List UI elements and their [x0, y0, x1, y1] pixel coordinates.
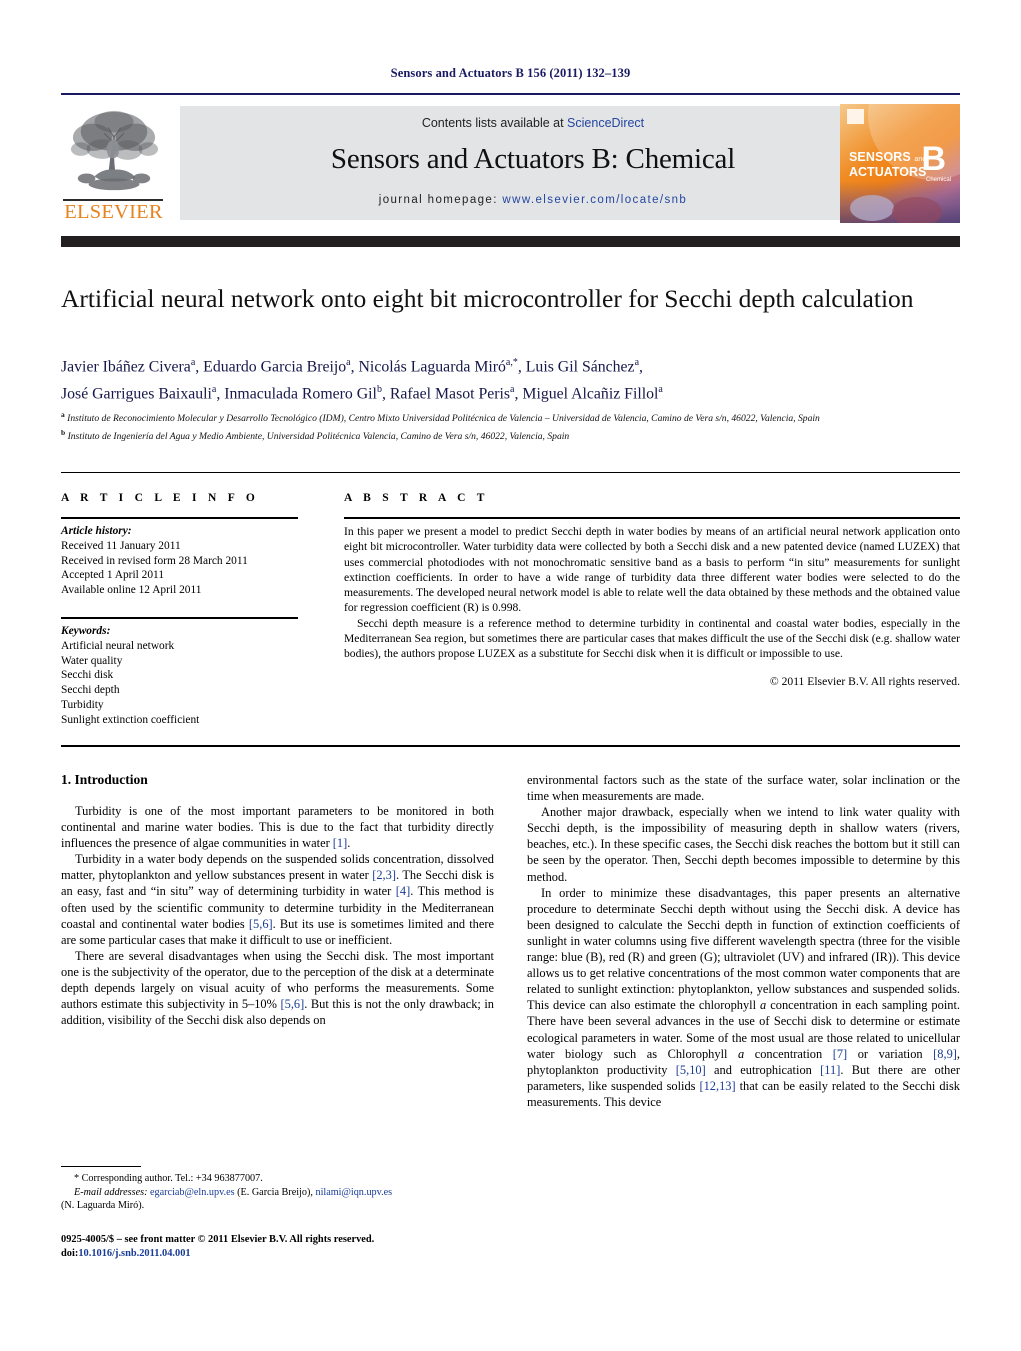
keywords-label: Keywords: [61, 625, 111, 637]
cover-series-letter: B [921, 140, 946, 178]
article-history: Article history: Received 11 January 201… [61, 524, 311, 598]
doi-label: doi: [61, 1247, 79, 1259]
section-title-introduction: 1. Introduction [61, 772, 148, 787]
elsevier-tree-icon [70, 110, 159, 191]
email-link-1[interactable]: egarciab@eln.upv.es [150, 1187, 235, 1198]
journal-masthead: ELSEVIER Contents lists available at Sci… [61, 104, 960, 224]
author-line-2: José Garrigues Baixaulia, Inmaculada Rom… [61, 384, 663, 403]
cover-line1-text: SENSORS [849, 150, 911, 164]
cover-publisher-mark [847, 109, 864, 124]
sciencedirect-link[interactable]: ScienceDirect [567, 116, 644, 130]
email-label: E-mail addresses: [74, 1186, 148, 1198]
keywords-block: Keywords: Artificial neural network Wate… [61, 624, 311, 728]
footnote-rule [61, 1166, 141, 1167]
body-paragraph: There are several disadvantages when usi… [61, 948, 495, 1028]
history-item: Received in revised form 28 March 2011 [61, 554, 248, 567]
body-paragraph: Turbidity is one of the most important p… [61, 804, 494, 851]
doi-link[interactable]: 10.1016/j.snb.2011.04.001 [78, 1248, 190, 1259]
imprint-block: 0925-4005/$ – see front matter © 2011 El… [61, 1233, 501, 1260]
contents-list-line: Contents lists available at ScienceDirec… [180, 116, 886, 130]
body-paragraph: In order to minimize these disadvantages… [527, 885, 961, 1109]
corresponding-author-note: * Corresponding author. Tel.: +34 963877… [74, 1173, 263, 1184]
journal-homepage-line: journal homepage: www.elsevier.com/locat… [180, 194, 886, 206]
cover-blob-light [850, 195, 894, 221]
keyword-item: Water quality [61, 654, 123, 667]
journal-title: Sensors and Actuators B: Chemical [330, 143, 736, 175]
body-column-right: environmental factors such as the state … [527, 772, 960, 1110]
author-list: Javier Ibáñez Civeraa, Eduardo Garcia Br… [61, 351, 951, 406]
history-item: Received 11 January 2011 [61, 539, 181, 552]
email-addresses-note: E-mail addresses: egarciab@eln.upv.es (E… [61, 1186, 494, 1200]
abstract-rule [344, 517, 960, 519]
elsevier-logo: ELSEVIER [61, 104, 166, 223]
keyword-item: Sunlight extinction coefficient [61, 713, 200, 726]
contents-prefix: Contents lists available at [421, 116, 568, 130]
running-head: Sensors and Actuators B 156 (2011) 132–1… [390, 66, 631, 80]
journal-cover-thumbnail[interactable]: SENSORS and ACTUATORS B Chemical [840, 104, 960, 223]
masthead-black-bar [61, 236, 960, 247]
article-info-rule [61, 517, 298, 519]
running-head-rule [61, 93, 960, 95]
cover-line1: SENSORS and [849, 150, 926, 164]
journal-header-box: Contents lists available at ScienceDirec… [180, 106, 886, 220]
homepage-url-link[interactable]: www.elsevier.com/locate/snb [502, 194, 687, 206]
abstract-text: In this paper we present a model to pred… [344, 524, 960, 689]
affiliation-b: b Instituto de Ingeniería del Agua y Med… [61, 428, 570, 443]
affiliation-a: a Instituto de Reconocimiento Molecular … [61, 410, 820, 425]
keyword-item: Turbidity [61, 698, 104, 711]
cover-series-subtitle: Chemical [925, 177, 951, 183]
doi-line: doi:10.1016/j.snb.2011.04.001 [61, 1247, 501, 1261]
article-info-heading: A R T I C L E I N F O [61, 492, 260, 504]
email-name-2: (N. Laguarda Miró). [61, 1200, 145, 1212]
abstract-heading: A B S T R A C T [344, 492, 489, 504]
email-link-2[interactable]: nilami@iqn.upv.es [315, 1187, 392, 1198]
keywords-rule [61, 617, 298, 619]
elsevier-wordmark: ELSEVIER [64, 201, 163, 223]
body-paragraph: Another major drawback, especially when … [527, 805, 960, 884]
issn-front-matter: 0925-4005/$ – see front matter © 2011 El… [61, 1234, 375, 1245]
affiliations: a Instituto de Reconocimiento Molecular … [61, 408, 951, 445]
abstract-copyright: © 2011 Elsevier B.V. All rights reserved… [769, 674, 960, 688]
abstract-paragraph: In this paper we present a model to pred… [344, 525, 960, 615]
email-name-1: (E. Garcia Breijo), [234, 1186, 316, 1198]
article-first-page: Sensors and Actuators B 156 (2011) 132–1… [0, 0, 1021, 1351]
body-paragraph: Turbidity in a water body depends on the… [61, 852, 494, 947]
keyword-item: Secchi depth [61, 684, 120, 697]
footnote-block: * Corresponding author. Tel.: +34 963877… [61, 1172, 494, 1213]
author-line-1: Javier Ibáñez Civeraa, Eduardo Garcia Br… [61, 357, 643, 376]
history-item: Accepted 1 April 2011 [61, 569, 165, 582]
cover-line2: ACTUATORS [849, 165, 927, 179]
history-item: Available online 12 April 2011 [61, 584, 202, 597]
abstract-paragraph: Secchi depth measure is a reference meth… [344, 616, 960, 661]
body-column-left: Turbidity is one of the most important p… [61, 803, 494, 1028]
keyword-item: Artificial neural network [61, 639, 175, 652]
cover-blob-magenta [892, 197, 942, 223]
homepage-label: journal homepage: [378, 194, 503, 206]
page-title: Artificial neural network onto eight bit… [61, 284, 914, 313]
keyword-item: Secchi disk [61, 669, 114, 682]
body-paragraph: environmental factors such as the state … [527, 773, 960, 804]
article-history-label: Article history: [61, 525, 132, 537]
abstract-section-top-rule [61, 472, 960, 474]
abstract-bottom-rule [61, 745, 960, 747]
